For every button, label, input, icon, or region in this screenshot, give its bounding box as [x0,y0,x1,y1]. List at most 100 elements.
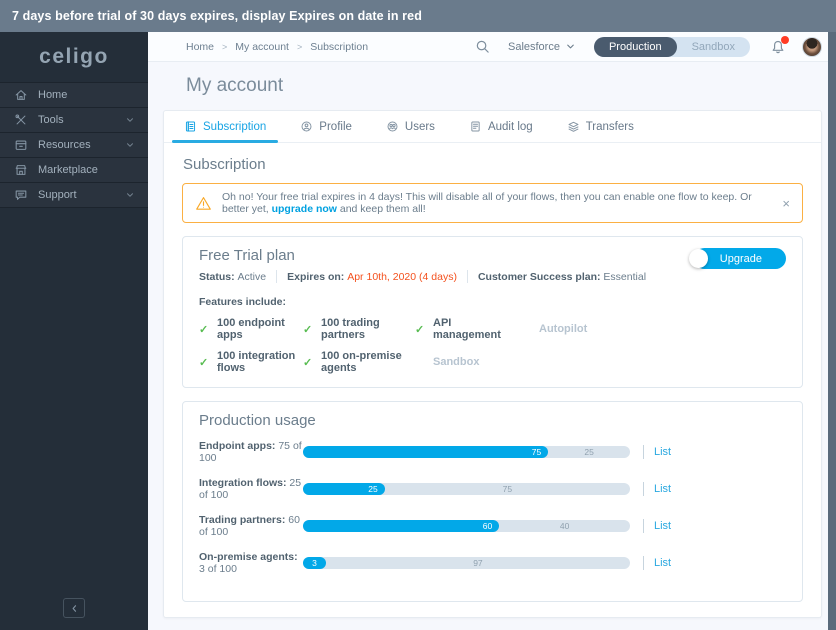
divider [643,445,644,459]
usage-title: Production usage [199,412,316,429]
section-title: Subscription [183,156,266,173]
sidebar-nav: Home Tools Resources Marketplace Support [0,82,148,208]
celigo-logo[interactable]: celigo [0,32,148,82]
breadcrumb-my-account[interactable]: My account [235,41,289,53]
usage-progress-bar: 3 97 [303,557,630,569]
user-avatar[interactable] [802,36,822,57]
tab-label: Transfers [585,120,634,133]
usage-row-trading-partners: Trading partners: 60 of 100 60 40 List [199,514,786,538]
divider [643,519,644,533]
list-link[interactable]: List [654,557,671,569]
divider [276,270,278,283]
chevron-down-icon [565,41,576,52]
plan-status-row: Status: Active Expires on: Apr 10th, 202… [199,270,786,283]
audit-log-icon [469,120,482,133]
usage-label: Trading partners: 60 of 100 [199,514,303,538]
upgrade-now-link[interactable]: upgrade now [272,203,337,215]
breadcrumb-separator: > [296,41,303,52]
tab-label: Subscription [203,120,267,133]
check-icon: ✓ [199,356,209,369]
tab-subscription[interactable]: Subscription [172,111,279,143]
main-area: Home > My account > Subscription Salesfo… [148,32,836,630]
sidebar-item-label: Home [38,89,68,101]
sidebar-item-marketplace[interactable]: Marketplace [0,158,148,183]
usage-name: Integration flows: [199,477,287,489]
breadcrumb: Home > My account > Subscription [186,41,368,53]
usage-label: Integration flows: 25 of 100 [199,477,303,501]
usage-bar-remaining: 97 [473,558,483,568]
tools-icon [14,113,28,127]
users-icon [386,120,399,133]
check-icon: ✓ [415,323,425,336]
usage-progress-bar: 75 25 [303,446,630,458]
usage-label: Endpoint apps: 75 of 100 [199,440,303,464]
search-icon [475,39,490,54]
list-link[interactable]: List [654,483,671,495]
feature-on-premise-agents: ✓ 100 on-premise agents [303,350,415,374]
usage-bar-remaining: 40 [559,521,570,531]
feature-sandbox: ✓Sandbox [415,350,521,374]
feature-label: API management [433,317,501,341]
features-grid: ✓ 100 endpoint apps ✓ 100 trading partners… [199,317,786,374]
usage-rows: Endpoint apps: 75 of 100 75 25 List Integ… [199,440,786,575]
usage-row-endpoint-apps: Endpoint apps: 75 of 100 75 25 List [199,440,786,464]
chevron-down-icon [125,140,135,150]
environment-sandbox[interactable]: Sandbox [677,37,750,57]
success-plan-label: Customer Success plan: [477,270,601,283]
notification-badge [781,35,789,44]
scrollbar[interactable] [828,32,836,630]
usage-bar-remaining: 25 [584,447,594,457]
check-icon: ✓ [303,356,313,369]
tab-transfers[interactable]: Transfers [555,111,646,142]
check-icon: ✓ [199,323,209,336]
sidebar-collapse-button[interactable] [63,598,85,618]
tab-users[interactable]: Users [374,111,447,142]
sidebar-item-support[interactable]: Support [0,183,148,208]
sidebar-item-label: Resources [38,139,91,151]
tab-label: Audit log [487,120,533,133]
feature-label: 100 on-premise agents [321,350,402,374]
profile-icon [300,120,313,133]
upgrade-knob [688,249,708,268]
list-link[interactable]: List [654,520,671,532]
warning-icon [195,195,212,212]
notifications-button[interactable] [770,35,789,55]
list-link[interactable]: List [654,446,671,458]
sidebar-item-resources[interactable]: Resources [0,133,148,158]
feature-endpoint-apps: ✓ 100 endpoint apps [199,317,303,341]
alert-message: Oh no! Your free trial expires in 4 days… [222,191,770,215]
feature-label: 100 endpoint apps [217,317,285,341]
feature-api-management: ✓ API management [415,317,521,341]
marketplace-icon [14,163,28,177]
close-icon[interactable]: × [782,197,790,210]
sidebar: celigo Home Tools Resources Marketplace [0,32,148,630]
top-header: Home > My account > Subscription Salesfo… [148,32,836,62]
status-value: Active [237,270,267,283]
upgrade-button[interactable]: Upgrade [688,248,786,269]
usage-progress-bar: 60 40 [303,520,630,532]
sidebar-item-label: Marketplace [38,164,98,176]
page-title: My account [186,75,284,96]
breadcrumb-subscription: Subscription [310,40,369,53]
usage-bar-fill: 3 [303,557,326,569]
usage-label: On-premise agents: 3 of 100 [199,551,303,575]
tab-profile[interactable]: Profile [288,111,364,142]
connection-selector[interactable]: Salesforce [508,41,576,53]
subscription-content: Subscription Oh no! Your free trial expi… [164,143,821,615]
feature-label: 100 integration flows [217,350,296,374]
expires-label: Expires on: [287,270,345,283]
search-button[interactable] [475,39,490,54]
usage-bar-fill: 60 [303,520,500,532]
tab-label: Profile [319,120,352,133]
breadcrumb-home[interactable]: Home [186,41,214,53]
sidebar-item-home[interactable]: Home [0,83,148,108]
check-icon: ✓ [303,323,313,336]
trial-expiry-alert: Oh no! Your free trial expires in 4 days… [182,183,803,223]
subscription-icon [184,120,197,133]
divider [643,556,644,570]
sidebar-item-tools[interactable]: Tools [0,108,148,133]
header-controls: Salesforce Production Sandbox [475,35,822,57]
environment-production[interactable]: Production [593,36,677,57]
tab-audit-log[interactable]: Audit log [457,111,545,142]
sidebar-item-label: Support [38,189,77,201]
